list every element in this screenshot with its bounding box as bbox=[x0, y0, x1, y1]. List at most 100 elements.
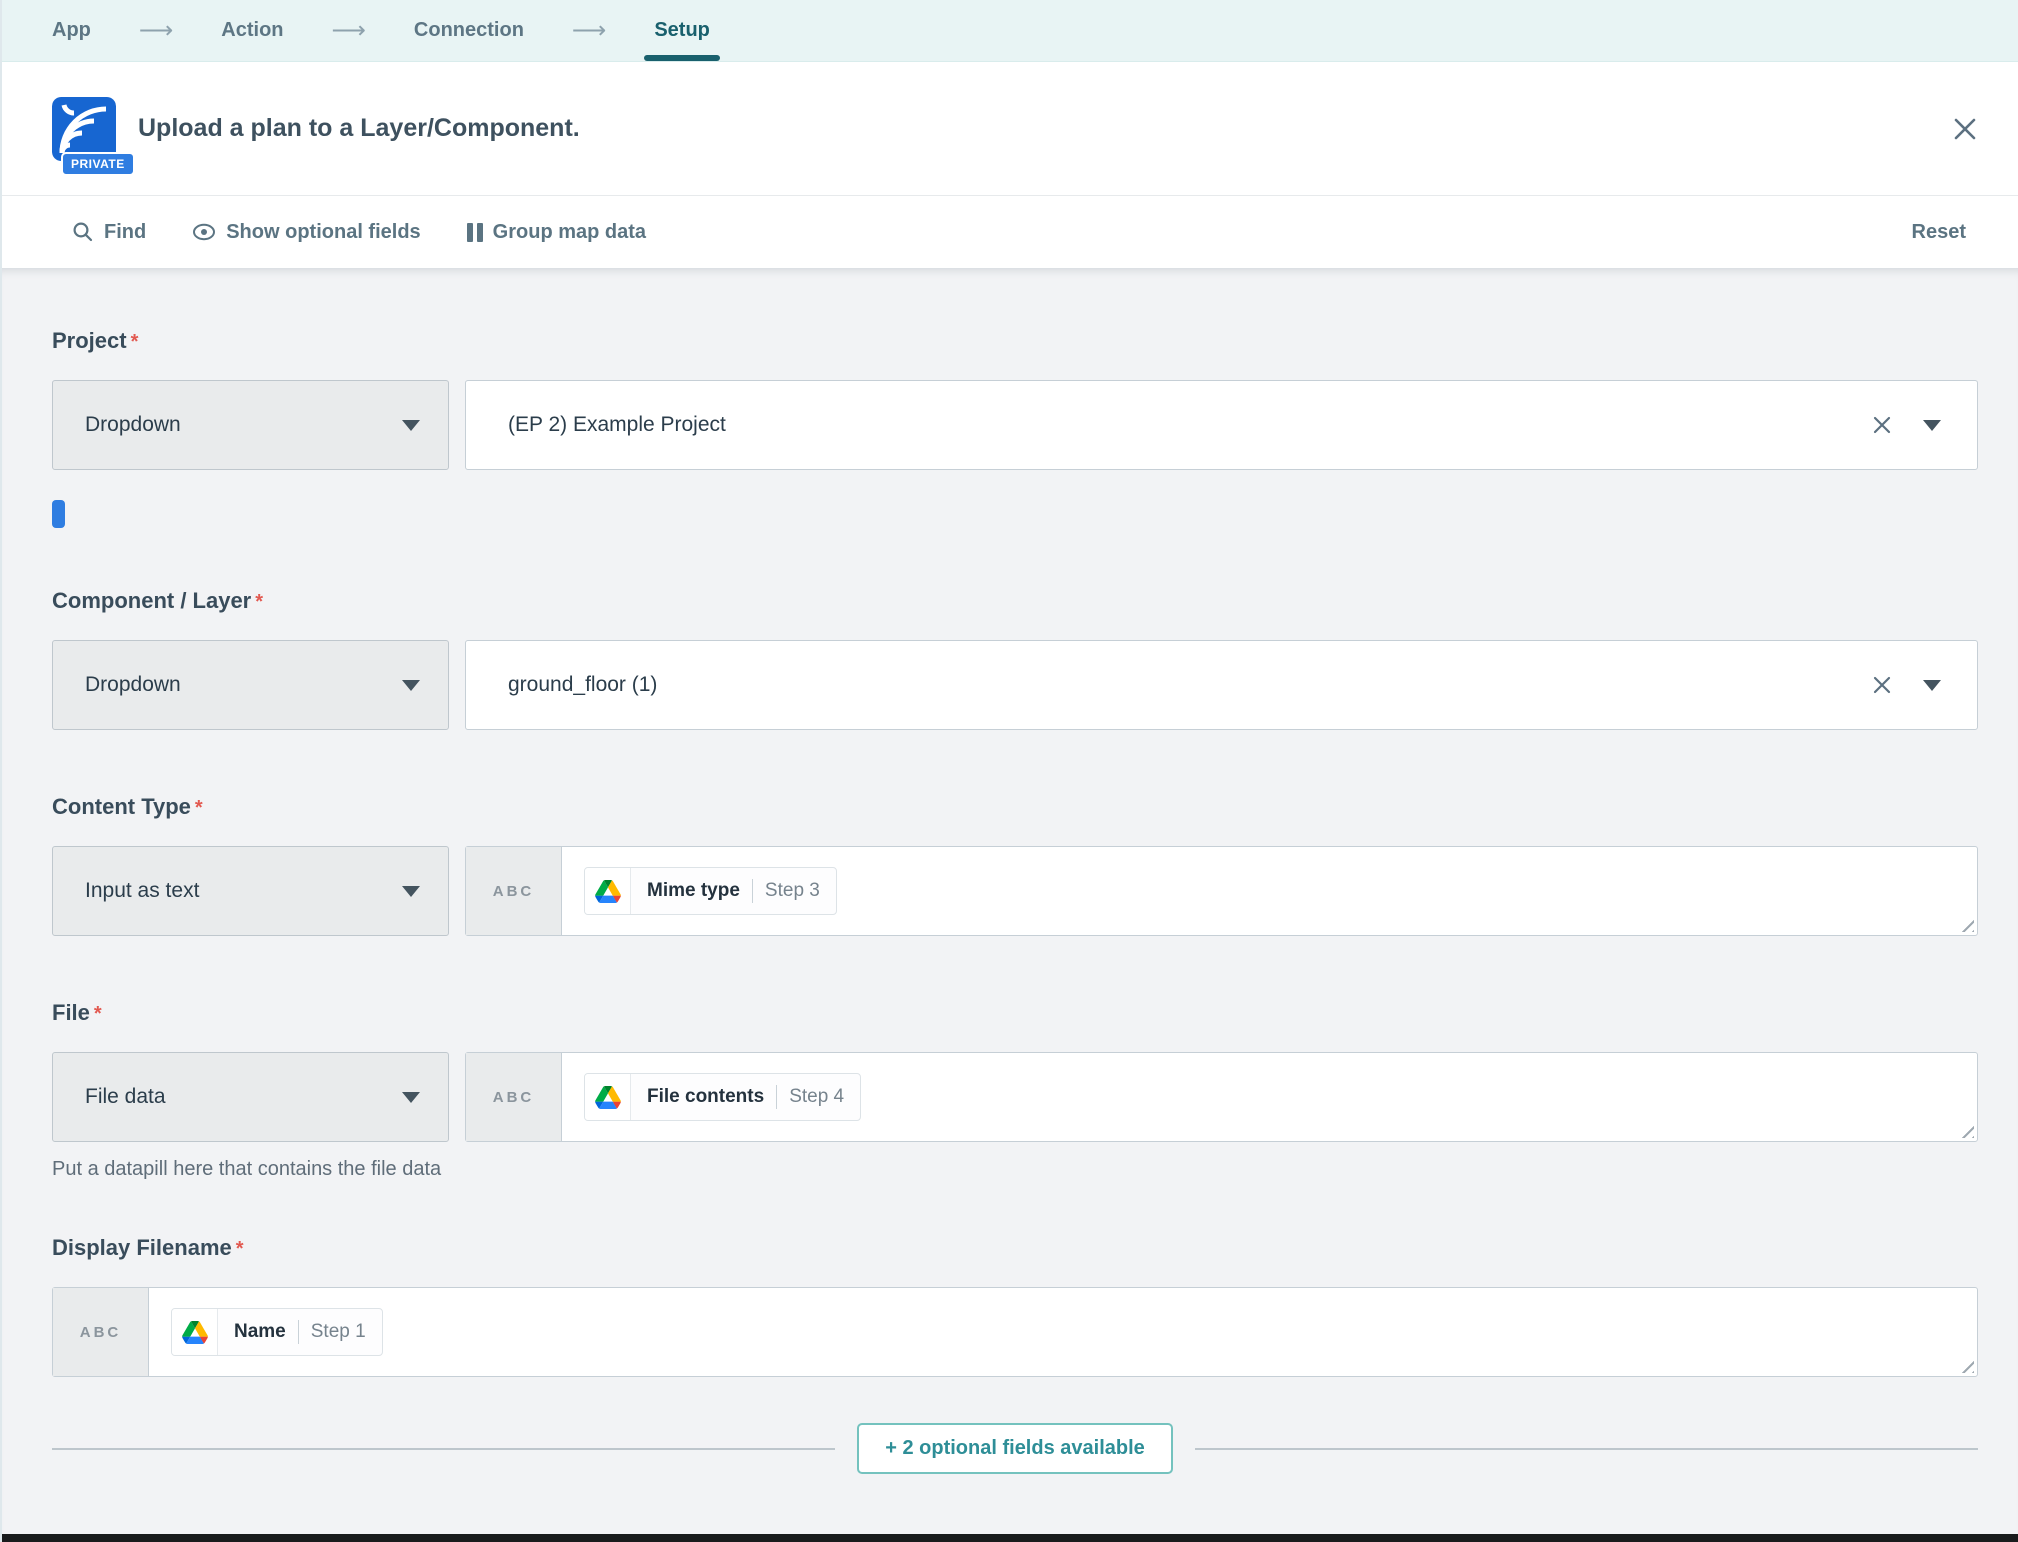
component-layer-label: Component / Layer bbox=[52, 588, 251, 613]
action-header: PRIVATE Upload a plan to a Layer/Compone… bbox=[2, 62, 2018, 196]
search-icon bbox=[72, 221, 94, 243]
datapill-mime-type[interactable]: Mime type Step 3 bbox=[584, 867, 837, 915]
content-type-mode-label: Input as text bbox=[85, 879, 199, 903]
find-label: Find bbox=[104, 221, 146, 244]
stepper-item-label: App bbox=[52, 19, 91, 42]
divider-line bbox=[1195, 1448, 1978, 1450]
setup-form: Project* Dropdown (EP 2) Example Project… bbox=[2, 268, 2018, 1534]
project-value: (EP 2) Example Project bbox=[508, 413, 1871, 437]
group-map-data-button[interactable]: Group map data bbox=[467, 221, 646, 244]
field-project: Project* Dropdown (EP 2) Example Project bbox=[52, 328, 1978, 528]
close-icon[interactable] bbox=[1948, 112, 1982, 146]
field-component-layer: Component / Layer* Dropdown ground_floor… bbox=[52, 588, 1978, 730]
field-label: File* bbox=[52, 1000, 1978, 1026]
required-asterisk: * bbox=[255, 591, 263, 613]
divider-line bbox=[52, 1448, 835, 1450]
project-label: Project bbox=[52, 328, 127, 353]
pill-divider bbox=[298, 1320, 299, 1344]
stepper-item-connection[interactable]: Connection bbox=[414, 0, 524, 61]
active-step-underline bbox=[644, 55, 720, 61]
component-layer-value: ground_floor (1) bbox=[508, 673, 1871, 697]
page-title: Upload a plan to a Layer/Component. bbox=[138, 114, 1948, 143]
pill-divider bbox=[752, 879, 753, 903]
google-drive-icon bbox=[172, 1309, 218, 1355]
stepper-item-label: Connection bbox=[414, 19, 524, 42]
file-mode-label: File data bbox=[85, 1085, 166, 1109]
chevron-down-icon bbox=[402, 886, 420, 897]
text-type-indicator: ABC bbox=[466, 847, 562, 935]
private-badge: PRIVATE bbox=[61, 152, 135, 176]
component-layer-mode-label: Dropdown bbox=[85, 673, 181, 697]
window-bottom-edge bbox=[2, 1534, 2018, 1542]
datapill-step: Step 3 bbox=[765, 880, 820, 902]
content-type-label: Content Type bbox=[52, 794, 191, 819]
datapill-name: Name bbox=[234, 1321, 286, 1343]
file-input[interactable]: File contents Step 4 bbox=[562, 1053, 1977, 1141]
file-input-group: ABC bbox=[465, 1052, 1978, 1142]
stepper-item-action[interactable]: Action bbox=[221, 0, 283, 61]
datapill-name: Mime type bbox=[647, 880, 740, 902]
component-layer-value-field[interactable]: ground_floor (1) bbox=[465, 640, 1978, 730]
required-asterisk: * bbox=[94, 1003, 102, 1025]
file-label: File bbox=[52, 1000, 90, 1025]
field-toolbar: Find Show optional fields Group map data… bbox=[2, 196, 2018, 268]
required-asterisk: * bbox=[195, 797, 203, 819]
stepper-arrow-icon: ⟶ bbox=[572, 16, 606, 45]
component-layer-mode-select[interactable]: Dropdown bbox=[52, 640, 449, 730]
clear-value-icon[interactable] bbox=[1871, 674, 1893, 696]
field-label: Project* bbox=[52, 328, 1978, 354]
field-label: Component / Layer* bbox=[52, 588, 1978, 614]
stepper-item-setup[interactable]: Setup bbox=[654, 0, 710, 61]
display-filename-label: Display Filename bbox=[52, 1235, 232, 1260]
chevron-down-icon[interactable] bbox=[1923, 680, 1941, 691]
chevron-down-icon[interactable] bbox=[1923, 420, 1941, 431]
show-optional-fields-label: Show optional fields bbox=[226, 221, 420, 244]
field-content-type: Content Type* Input as text ABC bbox=[52, 794, 1978, 936]
eye-icon bbox=[192, 223, 216, 241]
chevron-down-icon bbox=[402, 1092, 420, 1103]
project-value-field[interactable]: (EP 2) Example Project bbox=[465, 380, 1978, 470]
field-label: Display Filename* bbox=[52, 1235, 1978, 1261]
chevron-down-icon bbox=[402, 680, 420, 691]
project-mode-select[interactable]: Dropdown bbox=[52, 380, 449, 470]
optional-fields-button[interactable]: + 2 optional fields available bbox=[857, 1423, 1173, 1474]
reset-button[interactable]: Reset bbox=[1912, 221, 1966, 244]
chevron-down-icon bbox=[402, 420, 420, 431]
file-help-text: Put a datapill here that contains the fi… bbox=[52, 1158, 1978, 1181]
stepper-arrow-icon: ⟶ bbox=[139, 16, 173, 45]
datapill-step: Step 1 bbox=[311, 1321, 366, 1343]
show-optional-fields-button[interactable]: Show optional fields bbox=[192, 221, 420, 244]
find-button[interactable]: Find bbox=[72, 221, 146, 244]
app-logo-icon: PRIVATE bbox=[52, 97, 116, 161]
text-type-indicator: ABC bbox=[53, 1288, 149, 1376]
required-asterisk: * bbox=[131, 331, 139, 353]
field-display-filename: Display Filename* ABC bbox=[52, 1235, 1978, 1377]
field-file: File* File data ABC bbox=[52, 1000, 1978, 1181]
loading-indicator bbox=[52, 500, 65, 528]
datapill-step: Step 4 bbox=[789, 1086, 844, 1108]
google-drive-icon bbox=[585, 1074, 631, 1120]
text-type-indicator: ABC bbox=[466, 1053, 562, 1141]
display-filename-input[interactable]: Name Step 1 bbox=[149, 1288, 1977, 1376]
app-logo-icon bbox=[52, 97, 116, 161]
stepper-item-app[interactable]: App bbox=[52, 0, 91, 61]
group-map-data-label: Group map data bbox=[493, 221, 646, 244]
datapill-name: File contents bbox=[647, 1086, 764, 1108]
display-filename-input-group: ABC bbox=[52, 1287, 1978, 1377]
datapill-file-contents[interactable]: File contents Step 4 bbox=[584, 1073, 861, 1121]
datapill-name-step1[interactable]: Name Step 1 bbox=[171, 1308, 383, 1356]
stepper-item-label: Setup bbox=[654, 19, 710, 42]
content-type-input-group: ABC bbox=[465, 846, 1978, 936]
stepper-item-label: Action bbox=[221, 19, 283, 42]
stepper-arrow-icon: ⟶ bbox=[332, 16, 366, 45]
content-type-input[interactable]: Mime type Step 3 bbox=[562, 847, 1977, 935]
pill-divider bbox=[776, 1085, 777, 1109]
file-mode-select[interactable]: File data bbox=[52, 1052, 449, 1142]
field-label: Content Type* bbox=[52, 794, 1978, 820]
setup-stepper: App ⟶ Action ⟶ Connection ⟶ Setup bbox=[2, 0, 2018, 62]
required-asterisk: * bbox=[236, 1238, 244, 1260]
google-drive-icon bbox=[585, 868, 631, 914]
optional-fields-row: + 2 optional fields available bbox=[52, 1423, 1978, 1474]
content-type-mode-select[interactable]: Input as text bbox=[52, 846, 449, 936]
clear-value-icon[interactable] bbox=[1871, 414, 1893, 436]
